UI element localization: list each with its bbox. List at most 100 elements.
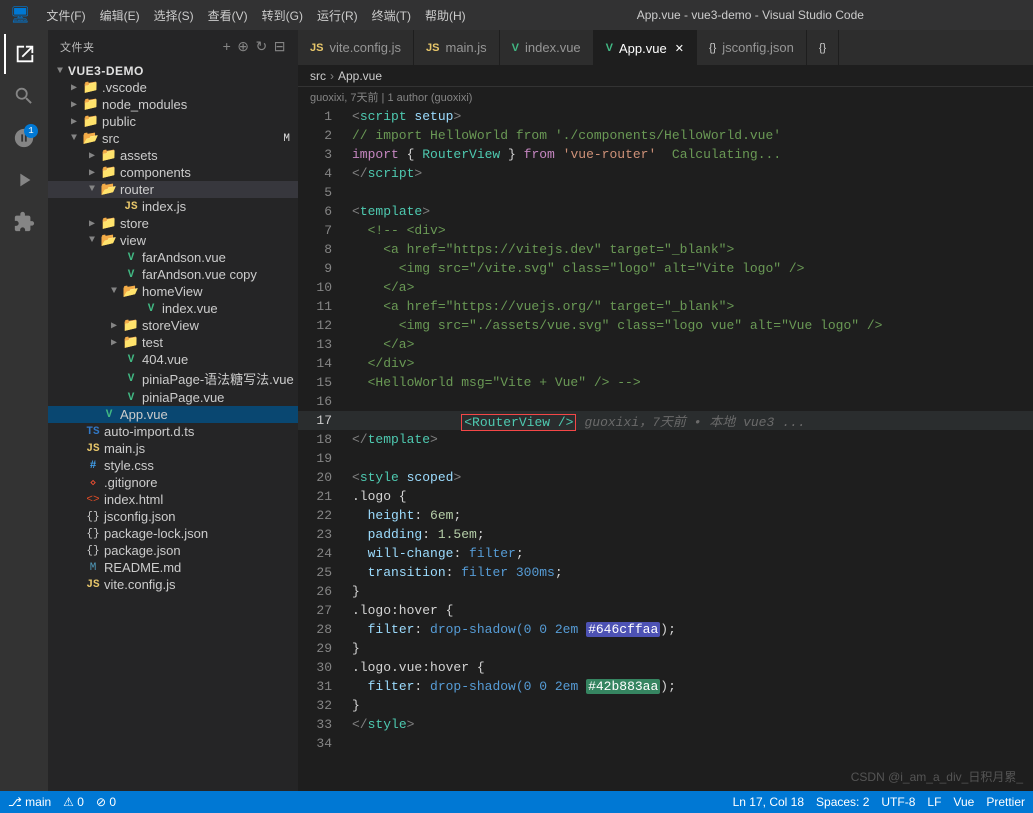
menu-item-r[interactable]: 运行(R) <box>317 7 358 24</box>
status-warnings[interactable]: ⊘ 0 <box>96 795 116 809</box>
tree-item-indexhtml[interactable]: ▶ <> index.html <box>48 491 298 508</box>
status-eol[interactable]: LF <box>927 795 941 809</box>
line-num-7: 7 <box>298 223 348 238</box>
status-position[interactable]: Ln 17, Col 18 <box>733 795 804 809</box>
menu-item-e[interactable]: 编辑(E) <box>100 7 140 24</box>
tree-arrow-node-modules: ▶ <box>66 99 82 111</box>
tree-label-piniapage-syntax: piniaPage-语法糖写法.vue <box>142 369 294 388</box>
code-line-19: 19 <box>298 449 1033 468</box>
tab-vite-config[interactable]: JS vite.config.js <box>298 30 414 65</box>
code-editor[interactable]: 1 <script setup> 2 // import HelloWorld … <box>298 107 1033 791</box>
tree-item-store[interactable]: ▶ 📁 store <box>48 215 298 232</box>
line-code-11: <a href="https://vuejs.org/" target="_bl… <box>348 299 734 314</box>
tree-item-404[interactable]: ▶ V 404.vue <box>48 351 298 368</box>
tree-item-gitignore[interactable]: ▶ ⋄ .gitignore <box>48 474 298 491</box>
activity-explorer[interactable] <box>4 34 44 74</box>
menu-item-v[interactable]: 查看(V) <box>208 7 248 24</box>
status-language[interactable]: Vue <box>953 795 974 809</box>
new-folder-icon[interactable]: ⊕ <box>237 38 249 55</box>
tree-item-readme[interactable]: ▶ M README.md <box>48 559 298 576</box>
tree-arrow-src: ▼ <box>66 133 82 144</box>
src-modified-badge: M <box>283 133 290 145</box>
status-encoding[interactable]: UTF-8 <box>881 795 915 809</box>
line-code-31: filter: drop-shadow(0 0 2em #42b883aa); <box>348 679 676 694</box>
status-formatter[interactable]: Prettier <box>986 795 1025 809</box>
tree-item-components[interactable]: ▶ 📁 components <box>48 164 298 181</box>
tree-item-view[interactable]: ▼ 📂 view <box>48 232 298 249</box>
tree-item-piniapage-syntax[interactable]: ▶ V piniaPage-语法糖写法.vue <box>48 368 298 389</box>
activity-git[interactable]: 1 <box>4 118 44 158</box>
tree-label-viteconfigjs: vite.config.js <box>104 577 176 592</box>
breadcrumb-appvue[interactable]: App.vue <box>338 69 382 83</box>
code-line-29: 29 } <box>298 639 1033 658</box>
tree-item-homeview-index[interactable]: ▶ V index.vue <box>48 300 298 317</box>
tab-main-js[interactable]: JS main.js <box>414 30 500 65</box>
line-num-2: 2 <box>298 128 348 143</box>
tree-item-farandson[interactable]: ▶ V farAndson.vue <box>48 249 298 266</box>
status-branch[interactable]: ⎇ main <box>8 795 51 809</box>
activity-search[interactable] <box>4 76 44 116</box>
tab-close-app-vue[interactable]: ✕ <box>675 42 684 55</box>
tree-item-storeview[interactable]: ▶ 📁 storeView <box>48 317 298 334</box>
tree-label-farandson: farAndson.vue <box>142 250 226 265</box>
tree-item-viteconfigjs[interactable]: ▶ JS vite.config.js <box>48 576 298 593</box>
tab-label-app-vue: App.vue <box>619 41 667 56</box>
tree-arrow-router: ▼ <box>84 184 100 195</box>
tree-arrow-public: ▶ <box>66 116 82 128</box>
tab-jsconfig-json[interactable]: {} jsconfig.json <box>697 30 807 65</box>
tree-item-piniapage[interactable]: ▶ V piniaPage.vue <box>48 389 298 406</box>
breadcrumb-src[interactable]: src <box>310 69 326 83</box>
tab-index-vue[interactable]: V index.vue <box>500 30 594 65</box>
menu-item-h[interactable]: 帮助(H) <box>425 7 466 24</box>
sidebar-header-actions[interactable]: + ⊕ ↻ ⊟ <box>223 38 286 55</box>
tree-item-autoimport[interactable]: ▶ TS auto-import.d.ts <box>48 423 298 440</box>
line-num-21: 21 <box>298 489 348 504</box>
activity-extensions[interactable] <box>4 202 44 242</box>
tree-item-appvue[interactable]: ▶ V App.vue <box>48 406 298 423</box>
refresh-icon[interactable]: ↻ <box>256 38 268 55</box>
tree-item-packagelockjson[interactable]: ▶ {} package-lock.json <box>48 525 298 542</box>
tree-item-router[interactable]: ▼ 📂 router <box>48 181 298 198</box>
collapse-icon[interactable]: ⊟ <box>274 38 286 55</box>
tree-item-packagejson[interactable]: ▶ {} package.json <box>48 542 298 559</box>
tree-item-router-index[interactable]: ▶ JS index.js <box>48 198 298 215</box>
tree-item-assets[interactable]: ▶ 📁 assets <box>48 147 298 164</box>
tree-item-public[interactable]: ▶ 📁 public <box>48 113 298 130</box>
activity-run[interactable] <box>4 160 44 200</box>
code-line-24: 24 will-change: filter; <box>298 544 1033 563</box>
tree-item-vscode[interactable]: ▶ 📁 .vscode <box>48 79 298 96</box>
menu-item-t[interactable]: 终端(T) <box>372 7 411 24</box>
status-spaces[interactable]: Spaces: 2 <box>816 795 869 809</box>
line-num-27: 27 <box>298 603 348 618</box>
code-line-22: 22 height: 6em; <box>298 506 1033 525</box>
tree-item-jsconfigjson[interactable]: ▶ {} jsconfig.json <box>48 508 298 525</box>
menu-item-f[interactable]: 文件(F) <box>46 7 85 24</box>
new-file-icon[interactable]: + <box>223 38 232 55</box>
file-explorer-tree: ▼ VUE3-DEMO ▶ 📁 .vscode ▶ 📁 node_modules… <box>48 63 298 791</box>
css-icon-stylecss: # <box>84 460 102 472</box>
tree-arrow-root: ▼ <box>52 66 68 77</box>
tab-app-vue[interactable]: V App.vue ✕ <box>594 30 697 65</box>
folder-icon-storeview: 📁 <box>122 318 140 333</box>
tree-root[interactable]: ▼ VUE3-DEMO <box>48 63 298 79</box>
tree-label-src: src <box>102 131 119 146</box>
line-code-10: </a> <box>348 280 414 295</box>
code-line-6: 6 <template> <box>298 202 1033 221</box>
status-errors[interactable]: ⚠ 0 <box>63 795 84 809</box>
tree-item-mainjs[interactable]: ▶ JS main.js <box>48 440 298 457</box>
tree-label-test: test <box>142 335 163 350</box>
tab-extra-json[interactable]: {} <box>807 30 839 65</box>
line-num-33: 33 <box>298 717 348 732</box>
menu-item-s[interactable]: 选择(S) <box>154 7 194 24</box>
ts-icon-autoimport: TS <box>84 426 102 438</box>
tree-item-farandson-copy[interactable]: ▶ V farAndson.vue copy <box>48 266 298 283</box>
menu-item-g[interactable]: 转到(G) <box>262 7 303 24</box>
line-num-15: 15 <box>298 375 348 390</box>
code-line-1: 1 <script setup> <box>298 107 1033 126</box>
tree-label-packagejson: package.json <box>104 543 181 558</box>
tree-item-src[interactable]: ▼ 📂 src M <box>48 130 298 147</box>
tree-item-stylecss[interactable]: ▶ # style.css <box>48 457 298 474</box>
tree-item-test[interactable]: ▶ 📁 test <box>48 334 298 351</box>
tree-item-homeview[interactable]: ▼ 📂 homeView <box>48 283 298 300</box>
tree-item-node-modules[interactable]: ▶ 📁 node_modules <box>48 96 298 113</box>
